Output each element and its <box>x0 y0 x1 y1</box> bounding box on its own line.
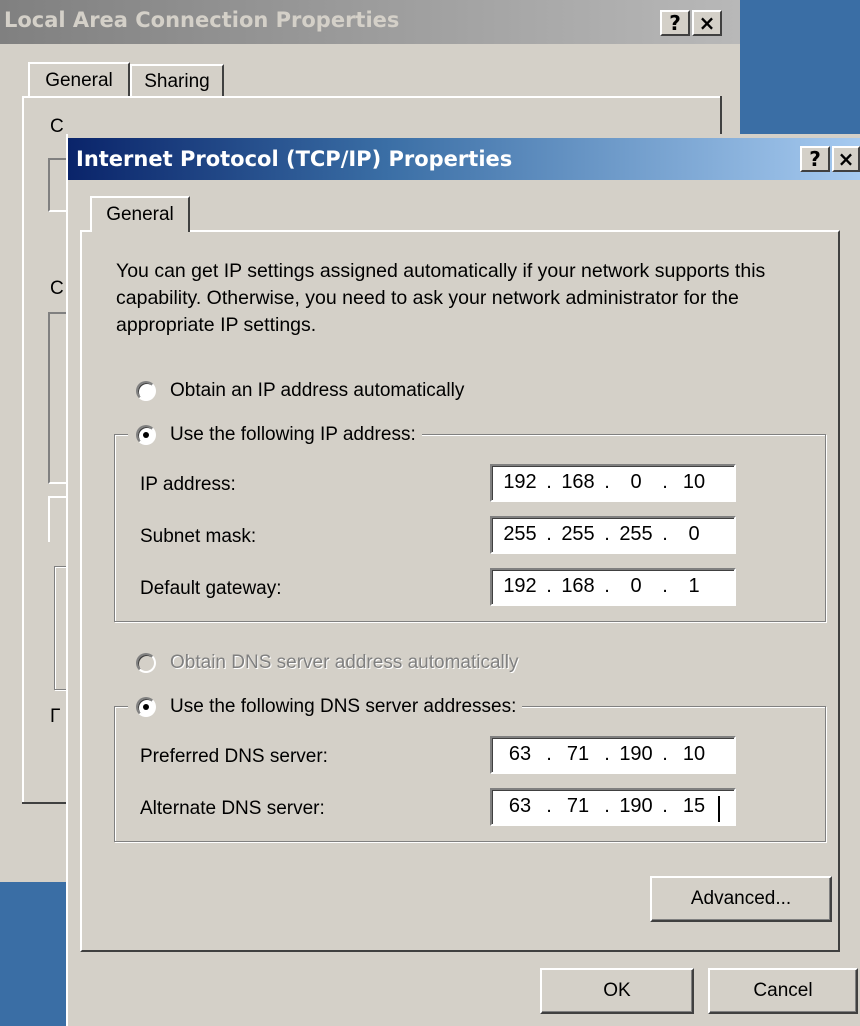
back-fragment-connect-label: C <box>50 116 64 137</box>
back-panel-bottom-edge <box>22 802 68 804</box>
back-panel-top-edge <box>22 96 722 98</box>
use-following-dns-label: Use the following DNS server addresses: <box>170 696 517 717</box>
ip-octet: 15 <box>682 795 706 817</box>
back-tab-sharing[interactable]: Sharing <box>130 64 224 96</box>
back-fragment-install-button <box>48 496 68 542</box>
use-following-dns-radio[interactable]: Use the following DNS server addresses: <box>128 696 523 718</box>
ip-octet: 1 <box>688 575 700 597</box>
use-following-ip-radio[interactable]: Use the following IP address: <box>128 424 422 446</box>
octet-separator: . <box>604 795 610 817</box>
ip-address-label: IP address: <box>140 474 236 495</box>
octet-separator: . <box>604 743 610 765</box>
back-window-titlebar[interactable]: Local Area Connection Properties ? × <box>0 0 740 44</box>
octet-separator: . <box>662 523 668 545</box>
radio-circle-icon <box>136 381 156 401</box>
octet-separator: . <box>546 575 552 597</box>
ip-octet: 71 <box>566 743 590 765</box>
dialog-title: Internet Protocol (TCP/IP) Properties <box>76 147 513 171</box>
octet-separator: . <box>546 523 552 545</box>
back-help-button[interactable]: ? <box>660 10 690 36</box>
octet-separator: . <box>546 471 552 493</box>
back-panel-left-edge <box>22 96 24 804</box>
ip-octet: 255 <box>561 523 595 545</box>
octet-separator: . <box>662 743 668 765</box>
ok-button[interactable]: OK <box>540 968 694 1014</box>
subnet-mask-field[interactable]: 255 . 255 . 255 . 0 <box>490 516 736 554</box>
obtain-ip-auto-radio[interactable]: Obtain an IP address automatically <box>136 380 471 402</box>
ip-octet: 0 <box>630 575 642 597</box>
ip-octet: 168 <box>561 471 595 493</box>
ip-octet: 10 <box>682 471 706 493</box>
ip-octet: 192 <box>503 471 537 493</box>
ip-address-field[interactable]: 192 . 168 . 0 . 10 <box>490 464 736 502</box>
advanced-button[interactable]: Advanced... <box>650 876 832 922</box>
subnet-mask-label: Subnet mask: <box>140 526 257 547</box>
ip-octet: 255 <box>503 523 537 545</box>
back-panel-right-edge <box>720 96 722 136</box>
obtain-dns-auto-radio: Obtain DNS server address automatically <box>136 652 525 674</box>
octet-separator: . <box>662 575 668 597</box>
ip-octet: 63 <box>508 795 532 817</box>
octet-separator: . <box>604 575 610 597</box>
ip-octet: 63 <box>508 743 532 765</box>
octet-separator: . <box>604 523 610 545</box>
default-gateway-label: Default gateway: <box>140 578 282 599</box>
tab-general[interactable]: General <box>90 196 190 232</box>
back-fragment-components-list <box>48 312 68 484</box>
ip-octet: 255 <box>619 523 653 545</box>
ip-octet: 190 <box>619 743 653 765</box>
dialog-titlebar[interactable]: Internet Protocol (TCP/IP) Properties ? … <box>68 138 860 180</box>
alternate-dns-field[interactable]: 63 . 71 . 190 . 15 <box>490 788 736 826</box>
ip-octet: 0 <box>630 471 642 493</box>
ip-octet: 0 <box>688 523 700 545</box>
octet-separator: . <box>662 471 668 493</box>
ip-octet: 10 <box>682 743 706 765</box>
obtain-dns-auto-label: Obtain DNS server address automatically <box>170 652 519 673</box>
back-fragment-components-label: C <box>50 278 64 299</box>
ip-octet: 192 <box>503 575 537 597</box>
back-window-title: Local Area Connection Properties <box>4 8 400 32</box>
octet-separator: . <box>604 471 610 493</box>
back-fragment-checkbox: Г <box>50 706 61 727</box>
intro-text: You can get IP settings assigned automat… <box>116 260 766 336</box>
text-cursor <box>718 796 720 822</box>
octet-separator: . <box>662 795 668 817</box>
obtain-ip-auto-label: Obtain an IP address automatically <box>170 380 465 401</box>
preferred-dns-label: Preferred DNS server: <box>140 746 328 767</box>
preferred-dns-field[interactable]: 63 . 71 . 190 . 10 <box>490 736 736 774</box>
radio-selected-icon <box>136 697 156 717</box>
octet-separator: . <box>546 743 552 765</box>
back-fragment-adapter-box <box>48 158 68 212</box>
default-gateway-field[interactable]: 192 . 168 . 0 . 1 <box>490 568 736 606</box>
help-button[interactable]: ? <box>800 146 830 172</box>
radio-circle-icon <box>136 653 156 673</box>
tcpip-properties-dialog: Internet Protocol (TCP/IP) Properties ? … <box>66 134 860 1026</box>
alternate-dns-label: Alternate DNS server: <box>140 798 325 819</box>
back-close-button[interactable]: × <box>692 10 722 36</box>
ip-octet: 190 <box>619 795 653 817</box>
ip-octet: 71 <box>566 795 590 817</box>
close-button[interactable]: × <box>832 146 860 172</box>
radio-selected-icon <box>136 425 156 445</box>
cancel-button[interactable]: Cancel <box>708 968 858 1014</box>
back-tab-general[interactable]: General <box>28 62 130 98</box>
ip-octet: 168 <box>561 575 595 597</box>
use-following-ip-label: Use the following IP address: <box>170 424 416 445</box>
desktop-background-corner <box>0 882 66 1026</box>
octet-separator: . <box>546 795 552 817</box>
